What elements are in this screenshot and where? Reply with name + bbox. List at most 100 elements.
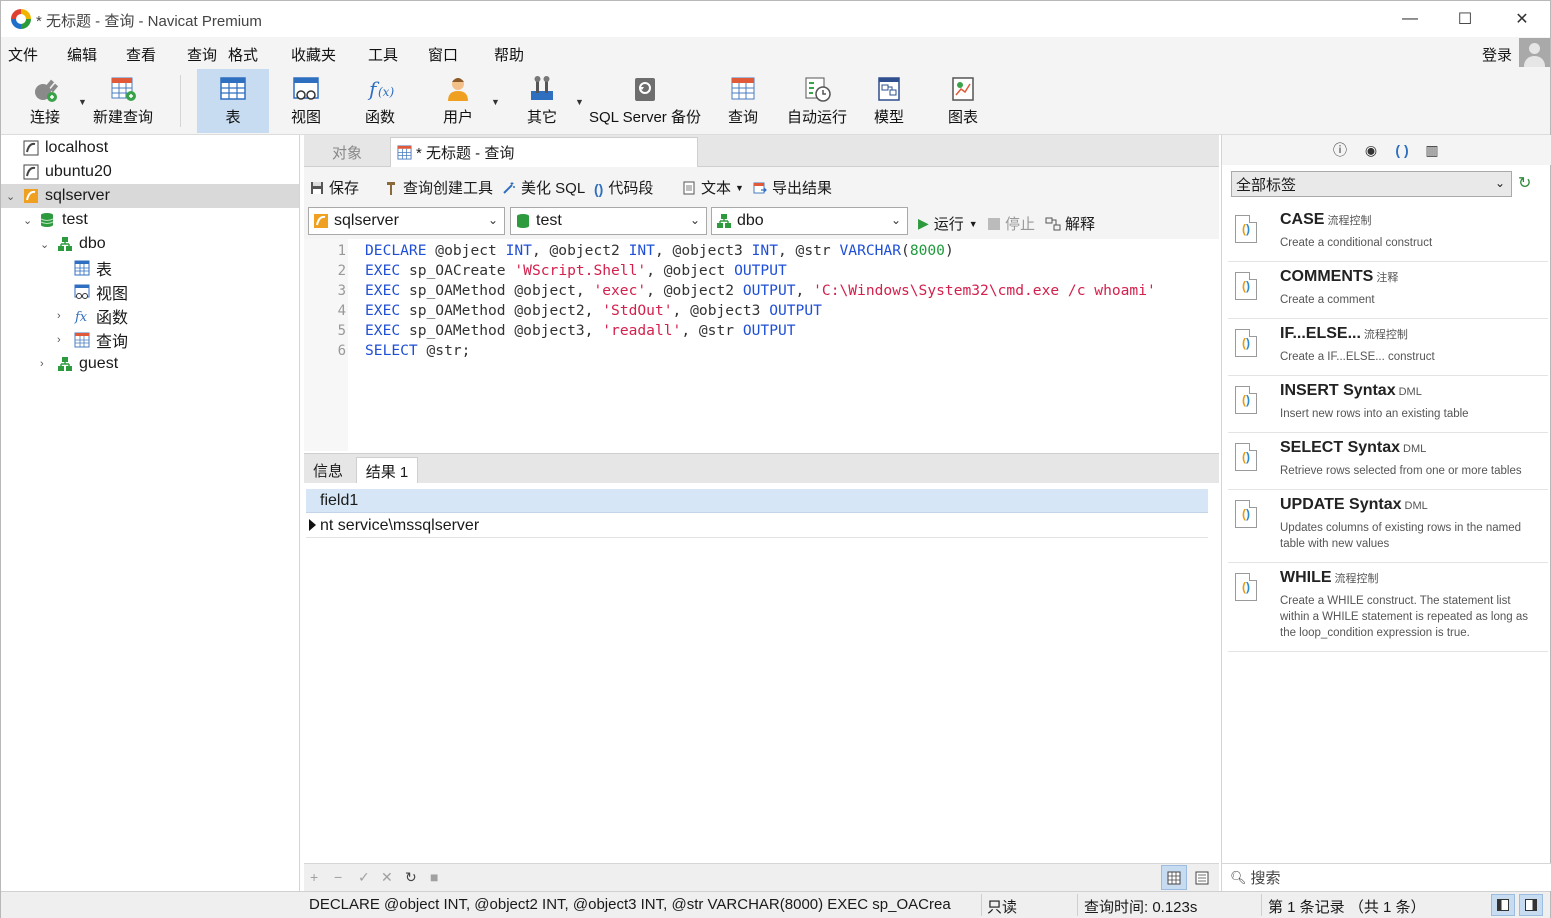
tree-item-test[interactable]: ⌄ test [1, 208, 299, 232]
result-grid: field1 nt service\mssqlserver [304, 483, 1219, 863]
tab-result-1[interactable]: 结果 1 [356, 457, 418, 484]
grid-view-icon [1167, 871, 1181, 884]
tree-item-ubuntu20[interactable]: ubuntu20 [1, 160, 299, 184]
menu-query[interactable]: 查询 [187, 44, 217, 65]
toolbar-backup-button[interactable]: SQL Server 备份 [585, 69, 705, 133]
tree-item-localhost[interactable]: localhost [1, 136, 299, 160]
snippet-item-update[interactable]: () UPDATE Syntax DML Updates columns of e… [1228, 490, 1548, 563]
maximize-button[interactable]: ☐ [1438, 1, 1492, 37]
toolbar-connect-button[interactable]: 连接 [15, 69, 75, 133]
menu-view[interactable]: 查看 [126, 44, 156, 65]
toolbar-view-button[interactable]: 视图 [277, 69, 335, 133]
toolbar-other-button[interactable]: 其它 [513, 69, 571, 133]
text-mode-button[interactable]: 文本 ▼ [682, 177, 744, 198]
menu-format[interactable]: 格式 [228, 44, 258, 65]
database-select[interactable]: test ⌄ [510, 207, 707, 235]
close-button[interactable]: ✕ [1495, 1, 1549, 37]
add-record-button[interactable]: + [310, 869, 318, 885]
form-view-button[interactable] [1189, 865, 1215, 890]
cell-value[interactable]: nt service\mssqlserver [320, 517, 479, 535]
tree-item-tables[interactable]: 表 [1, 256, 299, 280]
tree-item-views[interactable]: 视图 [1, 280, 299, 304]
menu-favorites[interactable]: 收藏夹 [291, 44, 336, 65]
status-readonly: 只读 [987, 899, 1018, 916]
menu-file[interactable]: 文件 [8, 44, 38, 65]
toolbar-query-button[interactable]: 查询 [717, 69, 769, 133]
apply-changes-button[interactable]: ✓ [358, 869, 370, 886]
toolbar-new-query-button[interactable]: 新建查询 [89, 69, 157, 133]
layout-right-button[interactable] [1519, 894, 1543, 916]
chevron-right-icon[interactable]: › [57, 334, 61, 346]
export-results-button[interactable]: 导出结果 [753, 177, 832, 198]
layout-left-button[interactable] [1491, 894, 1515, 916]
save-icon [311, 181, 323, 194]
schema-select[interactable]: dbo ⌄ [711, 207, 908, 235]
snippet-item-comments[interactable]: () COMMENTS 注释 Create a comment [1228, 262, 1548, 319]
tree-item-queries[interactable]: › 查询 [1, 328, 299, 352]
user-avatar-icon[interactable] [1519, 38, 1550, 69]
refresh-button[interactable]: ↻ [405, 869, 417, 886]
delete-record-button[interactable]: − [334, 869, 342, 885]
menu-edit[interactable]: 编辑 [67, 44, 97, 65]
grid-view-button[interactable] [1161, 865, 1187, 890]
beautify-sql-button[interactable]: 美化 SQL [502, 177, 585, 198]
minimize-button[interactable]: — [1383, 1, 1437, 37]
save-button[interactable]: 保存 [310, 177, 359, 198]
chevron-right-icon[interactable]: › [40, 358, 44, 370]
tree-item-dbo[interactable]: ⌄ dbo [1, 232, 299, 256]
chevron-right-icon[interactable]: › [57, 310, 61, 322]
info-icon[interactable]: ⓘ [1332, 142, 1348, 158]
server-icon [23, 164, 39, 180]
tag-filter-select[interactable]: 全部标签 ⌄ [1231, 171, 1512, 197]
tab-info[interactable]: 信息 [304, 457, 352, 484]
snippet-item-insert[interactable]: () INSERT Syntax DML Insert new rows into… [1228, 376, 1548, 433]
toolbar-model-button[interactable]: 模型 [863, 69, 915, 133]
tree-item-sqlserver[interactable]: ⌄ sqlserver [1, 184, 299, 208]
status-record-count: 第 1 条记录 （共 1 条） [1268, 899, 1426, 916]
snippet-icon[interactable]: ( ) [1394, 142, 1410, 158]
chevron-down-icon[interactable]: ⌄ [6, 190, 15, 203]
query-builder-button[interactable]: 查询创建工具 [384, 177, 493, 198]
column-header-field1[interactable]: field1 [306, 489, 1208, 513]
chevron-down-icon[interactable]: ▼ [78, 97, 87, 107]
snippet-item-while[interactable]: () WHILE 流程控制 Create a WHILE construct. T… [1228, 563, 1548, 652]
tree-item-functions[interactable]: › fx 函数 [1, 304, 299, 328]
toolbar-function-button[interactable]: f (x) 函数 [351, 69, 409, 133]
chevron-down-icon[interactable]: ⌄ [23, 214, 32, 227]
connection-select[interactable]: sqlserver ⌄ [308, 207, 505, 235]
menu-window[interactable]: 窗口 [428, 44, 458, 65]
snippet-item-case[interactable]: () CASE 流程控制 Create a conditional constru… [1228, 205, 1548, 262]
toolbar-separator [180, 75, 181, 127]
stop-label: 停止 [1005, 216, 1036, 233]
snippet-item-if-else[interactable]: () IF...ELSE... 流程控制 Create a IF...ELSE..… [1228, 319, 1548, 376]
toolbar-chart-button[interactable]: 图表 [937, 69, 989, 133]
stop-button[interactable]: ■ [430, 869, 438, 885]
table-row[interactable]: nt service\mssqlserver [306, 514, 1208, 538]
explain-button[interactable]: 解释 [1045, 213, 1095, 234]
toolbar-autorun-button[interactable]: 自动运行 [783, 69, 851, 133]
tree-item-guest[interactable]: › guest [1, 352, 299, 376]
discard-changes-button[interactable]: ✕ [381, 869, 393, 886]
tab-query[interactable]: * 无标题 - 查询 [390, 137, 698, 167]
sqlserver-icon [314, 214, 328, 228]
code-snippet-button[interactable]: () 代码段 [594, 177, 653, 198]
refresh-icon[interactable]: ↻ [1518, 173, 1538, 193]
eye-icon[interactable]: ◉ [1363, 142, 1379, 158]
snippet-search-input[interactable]: 🔍︎ 搜索 [1222, 863, 1551, 891]
toolbar-user-button[interactable]: 用户 [429, 69, 487, 133]
query-toolbar: 保存 查询创建工具 美化 SQL () 代码段 文本 ▼ 导出结果 [304, 167, 1219, 205]
toolbar-table-button[interactable]: 表 [197, 69, 269, 133]
tab-objects[interactable]: 对象 [304, 137, 390, 167]
sql-editor[interactable]: 1 2 3 4 5 6 DECLARE @object INT, @object… [304, 239, 1219, 451]
snippet-tag: 流程控制 [1327, 215, 1372, 227]
snippet-item-select[interactable]: () SELECT Syntax DML Retrieve rows select… [1228, 433, 1548, 490]
menu-help[interactable]: 帮助 [494, 44, 524, 65]
run-button[interactable]: ▶ 运行 ▼ [918, 213, 978, 234]
chevron-down-icon[interactable]: ⌄ [40, 238, 49, 251]
chevron-down-icon[interactable]: ▼ [491, 97, 500, 107]
layout-icon[interactable]: ▥ [1424, 142, 1440, 158]
menu-tools[interactable]: 工具 [368, 44, 398, 65]
stop-button[interactable]: 停止 [988, 213, 1035, 234]
chevron-down-icon[interactable]: ▼ [575, 97, 584, 107]
login-link[interactable]: 登录 [1482, 44, 1512, 65]
